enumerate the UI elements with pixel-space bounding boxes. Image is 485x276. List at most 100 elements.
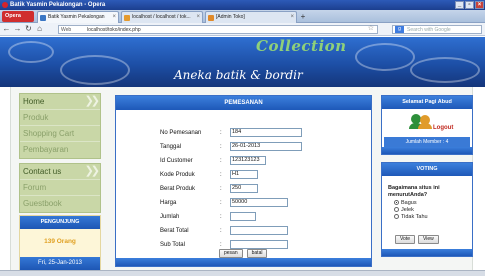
back-icon[interactable]: ← xyxy=(2,25,11,34)
nav-item-home[interactable]: Home ❯❯ xyxy=(20,94,100,110)
radio-selected-icon[interactable] xyxy=(394,200,399,205)
nav-item-shopping-cart[interactable]: Shopping Cart xyxy=(20,126,100,142)
address-bar: ← → ↻ ⌂ Web localhost/toko/index.php ☆ g… xyxy=(0,23,485,36)
field-colon: : xyxy=(220,228,222,234)
phpmyadmin-favicon-icon xyxy=(124,15,130,21)
tab-label: localhost / localhost / tok... xyxy=(132,14,191,20)
field-label: Id Customer xyxy=(160,158,193,164)
new-tab-icon[interactable]: + xyxy=(298,12,308,22)
window-title: Batik Yasmin Pekalongan - Opera xyxy=(10,2,106,8)
site-banner: Collection Aneka batik & bordir xyxy=(0,37,485,87)
radio-icon[interactable] xyxy=(394,207,399,212)
tab-batik-yasmin[interactable]: Batik Yasmin Pekalongan × xyxy=(37,11,119,23)
field-colon: : xyxy=(220,186,222,192)
batik-motif xyxy=(355,43,415,71)
logout-link[interactable]: Logout xyxy=(433,125,453,131)
batik-motif xyxy=(410,57,480,83)
no-pemesanan-input[interactable]: 184 xyxy=(230,128,302,137)
nav-item-label: Guestbook xyxy=(23,199,62,208)
field-colon: : xyxy=(220,214,222,220)
poll-option-jelek[interactable]: Jelek xyxy=(394,207,414,213)
pesan-button[interactable]: pesan xyxy=(219,249,243,258)
web-security-label: Web xyxy=(61,27,72,33)
order-form-panel: PEMESANAN No Pemesanan : 184 Tanggal : 2… xyxy=(115,95,372,267)
field-label: No Pemesanan xyxy=(160,130,202,136)
field-colon: : xyxy=(220,130,222,136)
nav-item-produk[interactable]: Produk xyxy=(20,110,100,126)
tab-label: [Admin Toko] xyxy=(216,14,245,20)
search-input[interactable]: g Search with Google xyxy=(392,25,482,34)
close-icon[interactable]: × xyxy=(475,1,484,9)
order-form-title: PEMESANAN xyxy=(116,96,371,110)
home-icon[interactable]: ⌂ xyxy=(35,25,44,34)
banner-subtitle: Aneka batik & bordir xyxy=(174,68,303,82)
chevron-right-icon: ❯❯ xyxy=(84,95,101,107)
nav-item-guestbook[interactable]: Guestbook xyxy=(20,196,100,212)
field-colon: : xyxy=(220,144,222,150)
nav-item-forum[interactable]: Forum xyxy=(20,180,100,196)
users-icon xyxy=(409,114,433,129)
voting-title: VOTING xyxy=(382,163,472,176)
jumlah-input[interactable] xyxy=(230,212,256,221)
field-label: Berat Produk xyxy=(160,186,196,192)
field-label: Sub Total xyxy=(160,242,185,248)
nav-group-secondary: Contact us ❯❯ Forum Guestbook xyxy=(19,163,101,213)
greeting-footer xyxy=(382,147,472,154)
page-favicon-icon xyxy=(40,15,46,21)
banner-collection-text: Collection xyxy=(256,37,347,55)
counter-title: PENGUNJUNG xyxy=(20,216,100,229)
tab-phpmyadmin[interactable]: localhost / localhost / tok... × xyxy=(121,11,203,23)
batik-motif xyxy=(8,41,54,63)
url-input[interactable]: Web localhost/toko/index.php ☆ xyxy=(58,25,378,34)
nav-item-pembayaran[interactable]: Pembayaran xyxy=(20,142,100,158)
tab-close-icon[interactable]: × xyxy=(112,12,116,23)
sub-total-input[interactable] xyxy=(230,240,288,249)
forward-icon[interactable]: → xyxy=(13,25,22,34)
poll-actions: Vote View xyxy=(395,235,439,244)
greeting-title: Selamat Pagi Abud xyxy=(382,96,472,109)
tab-close-icon[interactable]: × xyxy=(290,12,294,23)
poll-question: Bagaimana situs ini menurutAnda? xyxy=(388,185,440,198)
nav-item-contact-us[interactable]: Contact us ❯❯ xyxy=(20,164,100,180)
nav-item-label: Produk xyxy=(23,113,49,122)
reload-icon[interactable]: ↻ xyxy=(24,25,33,34)
greeting-panel: Selamat Pagi Abud Logout Jumlah Member :… xyxy=(381,95,473,155)
tab-admin-toko[interactable]: [Admin Toko] × xyxy=(205,11,297,23)
harga-input[interactable]: 50000 xyxy=(230,198,288,207)
batal-button[interactable]: batal xyxy=(246,249,268,258)
id-customer-input[interactable]: 123123123 xyxy=(230,156,266,165)
field-label: Tanggal xyxy=(160,144,182,150)
poll-option-label: Tidak Tahu xyxy=(401,214,428,220)
nav-item-label: Forum xyxy=(23,183,47,192)
window-controls: _ ▫ × xyxy=(455,1,484,9)
batik-motif xyxy=(60,55,130,85)
voting-panel: VOTING Bagaimana situs ini menurutAnda? … xyxy=(381,162,473,257)
tanggal-input[interactable]: 26-01-2013 xyxy=(230,142,302,151)
nav-item-label: Contact us xyxy=(23,167,62,176)
radio-icon[interactable] xyxy=(394,214,399,219)
field-label: Kode Produk xyxy=(160,172,195,178)
poll-option-tidak-tahu[interactable]: Tidak Tahu xyxy=(394,214,428,220)
tab-label: Batik Yasmin Pekalongan xyxy=(48,14,105,20)
order-form-actions: pesan batal xyxy=(219,249,268,258)
current-date: Fri, 25-Jan-2013 xyxy=(20,257,100,270)
page-favicon-icon xyxy=(208,15,214,21)
opera-menu-button[interactable]: Opera xyxy=(2,11,34,22)
berat-total-input[interactable] xyxy=(230,226,288,235)
vote-button[interactable]: Vote xyxy=(395,235,416,244)
minimize-icon[interactable]: _ xyxy=(455,1,464,9)
field-label: Berat Total xyxy=(160,228,189,234)
poll-option-label: Bagus xyxy=(401,200,417,206)
field-label: Harga xyxy=(160,200,177,206)
view-button[interactable]: View xyxy=(418,235,439,244)
nav-item-label: Home xyxy=(23,97,45,106)
maximize-icon[interactable]: ▫ xyxy=(465,1,474,9)
tab-strip: Opera Batik Yasmin Pekalongan × localhos… xyxy=(0,10,485,23)
poll-option-bagus[interactable]: Bagus xyxy=(394,200,417,206)
berat-produk-input[interactable]: 250 xyxy=(230,184,258,193)
kode-produk-input[interactable]: H1 xyxy=(230,170,258,179)
tab-close-icon[interactable]: × xyxy=(196,12,200,23)
bookmark-star-icon[interactable]: ☆ xyxy=(368,25,374,33)
opera-logo-icon xyxy=(2,2,8,8)
google-icon[interactable]: g xyxy=(395,26,404,33)
